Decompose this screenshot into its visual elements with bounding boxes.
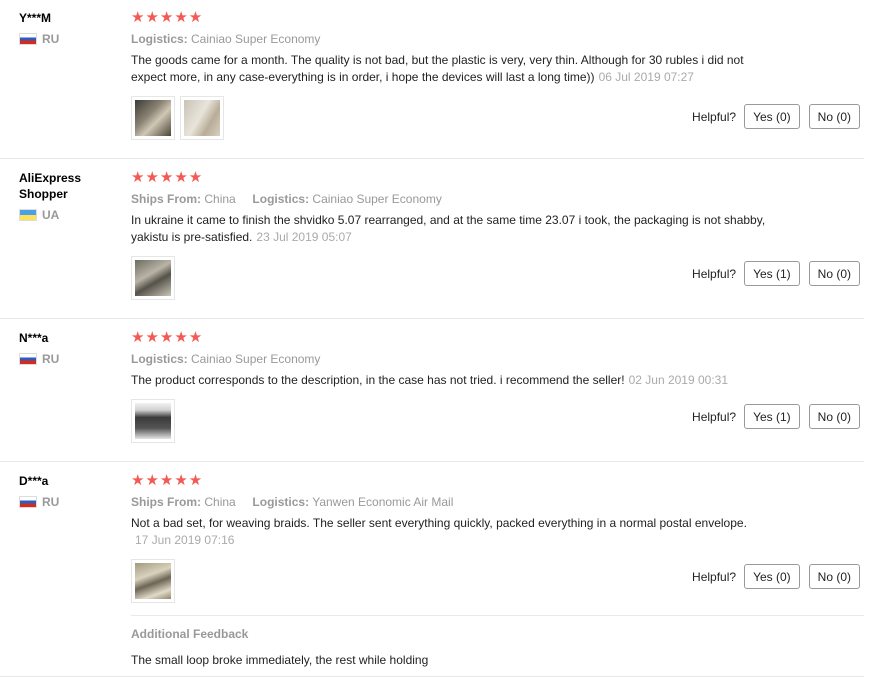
review-photo-thumbnail[interactable] xyxy=(131,399,175,443)
shipping-meta: Ships From: China Logistics: Cainiao Sup… xyxy=(131,192,861,206)
review-photo-thumbnail[interactable] xyxy=(180,96,224,140)
helpful-vote: Helpful? Yes (0) No (0) xyxy=(692,104,860,129)
review-item: D***a RU ★★★★★ Ships From: China Logisti… xyxy=(0,473,864,677)
helpful-no-button[interactable]: No (0) xyxy=(808,404,860,429)
reviewer-country: RU xyxy=(19,352,119,366)
shipping-meta: Logistics: Cainiao Super Economy xyxy=(131,352,861,366)
ships-from-value: China xyxy=(204,495,236,509)
reviewer-country: RU xyxy=(19,495,119,509)
review-date: 23 Jul 2019 05:07 xyxy=(256,230,352,244)
reviewer-name: Y***M xyxy=(19,11,52,25)
helpful-yes-button[interactable]: Yes (1) xyxy=(744,404,800,429)
helpful-label: Helpful? xyxy=(692,266,737,281)
helpful-no-button[interactable]: No (0) xyxy=(808,104,860,129)
ships-from-label: Ships From: xyxy=(131,192,202,206)
reviewer-name: D***a xyxy=(19,474,49,488)
helpful-label: Helpful? xyxy=(692,569,737,584)
reviewer-country: RU xyxy=(19,32,119,46)
helpful-no-button[interactable]: No (0) xyxy=(808,261,860,286)
country-code: RU xyxy=(42,32,60,46)
review-text-content: The product corresponds to the descripti… xyxy=(131,373,625,387)
logistics-value: Cainiao Super Economy xyxy=(312,192,442,206)
review-text: The goods came for a month. The quality … xyxy=(131,52,771,86)
review-photo-thumbnail[interactable] xyxy=(131,96,175,140)
review-text-content: In ukraine it came to finish the shvidko… xyxy=(131,213,766,244)
helpful-yes-button[interactable]: Yes (0) xyxy=(744,564,800,589)
star-rating: ★★★★★ xyxy=(131,9,204,26)
country-code: UA xyxy=(42,208,60,222)
ships-from-value: China xyxy=(204,192,236,206)
additional-feedback-title: Additional Feedback xyxy=(131,627,249,641)
reviewer-info: AliExpress Shopper UA xyxy=(19,170,119,222)
review-date: 06 Jul 2019 07:27 xyxy=(598,70,694,84)
star-rating: ★★★★★ xyxy=(131,329,204,346)
additional-feedback-text: The small loop broke immediately, the re… xyxy=(131,653,429,667)
flag-ru-icon xyxy=(19,33,37,45)
review-item: Y***M RU ★★★★★ Logistics: Cainiao Super … xyxy=(0,10,864,159)
country-code: RU xyxy=(42,495,60,509)
review-text: Not a bad set, for weaving braids. The s… xyxy=(131,515,771,549)
review-photo-thumbnail[interactable] xyxy=(131,256,175,300)
logistics-label: Logistics: xyxy=(131,32,188,46)
ships-from-label: Ships From: xyxy=(131,495,202,509)
helpful-vote: Helpful? Yes (0) No (0) xyxy=(692,564,860,589)
review-photo-thumbnail[interactable] xyxy=(131,559,175,603)
reviewer-info: N***a RU xyxy=(19,330,119,366)
additional-feedback: Additional Feedback The small loop broke… xyxy=(131,615,864,676)
logistics-value: Yanwen Economic Air Mail xyxy=(312,495,454,509)
logistics-value: Cainiao Super Economy xyxy=(191,32,321,46)
flag-ua-icon xyxy=(19,209,37,221)
flag-ru-icon xyxy=(19,496,37,508)
star-rating: ★★★★★ xyxy=(131,472,204,489)
logistics-label: Logistics: xyxy=(131,352,188,366)
logistics-label: Logistics: xyxy=(252,495,310,509)
review-date: 17 Jun 2019 07:16 xyxy=(135,533,235,547)
helpful-vote: Helpful? Yes (1) No (0) xyxy=(692,261,860,286)
shipping-meta: Logistics: Cainiao Super Economy xyxy=(131,32,861,46)
logistics-value: Cainiao Super Economy xyxy=(191,352,321,366)
helpful-no-button[interactable]: No (0) xyxy=(808,564,860,589)
reviewer-name: AliExpress Shopper xyxy=(19,171,82,201)
helpful-vote: Helpful? Yes (1) No (0) xyxy=(692,404,860,429)
review-item: AliExpress Shopper UA ★★★★★ Ships From: … xyxy=(0,170,864,319)
reviewer-country: UA xyxy=(19,208,119,222)
helpful-yes-button[interactable]: Yes (0) xyxy=(744,104,800,129)
logistics-label: Logistics: xyxy=(252,192,310,206)
review-text: The product corresponds to the descripti… xyxy=(131,372,771,389)
helpful-yes-button[interactable]: Yes (1) xyxy=(744,261,800,286)
flag-ru-icon xyxy=(19,353,37,365)
country-code: RU xyxy=(42,352,60,366)
helpful-label: Helpful? xyxy=(692,109,737,124)
reviewer-info: D***a RU xyxy=(19,473,119,509)
review-item: N***a RU ★★★★★ Logistics: Cainiao Super … xyxy=(0,330,864,462)
reviewer-info: Y***M RU xyxy=(19,10,119,46)
reviewer-name: N***a xyxy=(19,331,49,345)
star-rating: ★★★★★ xyxy=(131,169,204,186)
review-date: 02 Jun 2019 00:31 xyxy=(628,373,729,387)
helpful-label: Helpful? xyxy=(692,409,737,424)
review-text: In ukraine it came to finish the shvidko… xyxy=(131,212,771,246)
review-text-content: Not a bad set, for weaving braids. The s… xyxy=(131,516,747,530)
shipping-meta: Ships From: China Logistics: Yanwen Econ… xyxy=(131,495,861,509)
